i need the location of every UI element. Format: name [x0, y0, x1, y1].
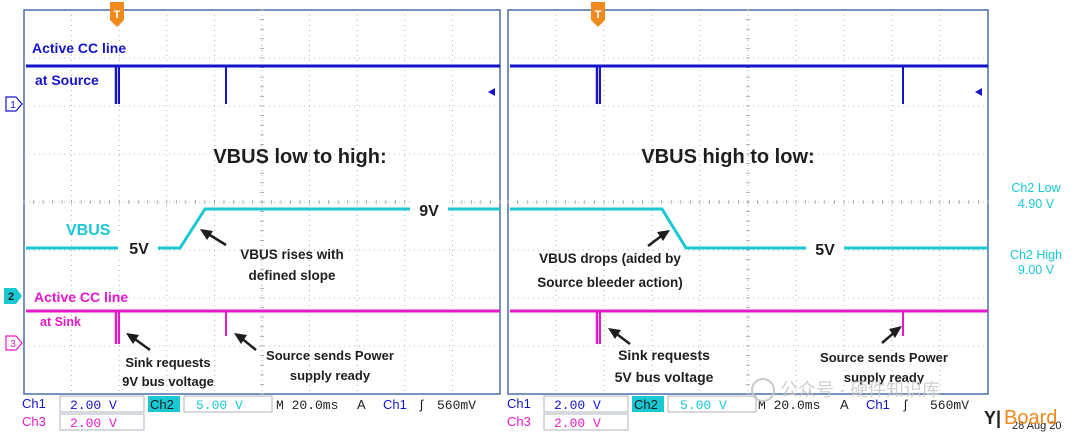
left-ch3-label-line1: Active CC line	[34, 289, 128, 305]
watermark-text: 公众号 · 硬件知识库	[780, 380, 940, 400]
status-left-ch3-scale: 2.00 V	[70, 416, 117, 431]
status-left-ch3: Ch3	[22, 414, 46, 429]
status-left-ch1-scale: 2.00 V	[70, 398, 117, 413]
left-5v-label: 5V	[129, 241, 149, 258]
status-left-ch1: Ch1	[22, 396, 46, 411]
svg-text:3: 3	[10, 339, 16, 350]
left-rise-note-line2: defined slope	[248, 268, 336, 283]
left-ch1-label-line2: at Source	[35, 72, 99, 88]
right-sink-note-line2: 5V bus voltage	[615, 369, 714, 385]
right-panel: VBUS high to low: 5V VBUS drops (aided b…	[507, 2, 989, 395]
status-bar-left: Ch1 2.00 V Ch2 5.00 V M 20.0ms A Ch1 ʃ 5…	[22, 395, 476, 431]
right-sink-note-line1: Sink requests	[618, 347, 710, 363]
right-source-note-line1: Source sends Power	[820, 350, 948, 365]
status-left-ch2: Ch2	[150, 397, 174, 412]
svg-text:T: T	[595, 9, 602, 21]
right-5v-label: 5V	[815, 242, 835, 259]
left-panel-title: VBUS low to high:	[213, 146, 386, 168]
cursor-low-label: Ch2 Low	[1011, 181, 1061, 195]
status-left-ch2-scale: 5.00 V	[196, 398, 243, 413]
left-sink-note-line1: Sink requests	[125, 355, 210, 370]
watermark-logo: Board	[1004, 407, 1057, 429]
svg-text:1: 1	[10, 100, 16, 111]
logo-mark-icon: Y|	[984, 408, 1001, 428]
status-left-trig-mode: A	[357, 397, 366, 412]
status-right-ch3: Ch3	[507, 414, 531, 429]
cursor-low-value: 4.90 V	[1018, 197, 1055, 211]
status-bar-right: Ch1 2.00 V Ch2 5.00 V M 20.0ms A Ch1 ʃ 5…	[507, 395, 1062, 432]
ch2-ground-marker: 2	[4, 288, 22, 304]
cursor-readouts: Ch2 Low 4.90 V Ch2 High 9.00 V	[1010, 181, 1062, 277]
svg-text:T: T	[114, 9, 121, 21]
status-right-trig-level: 560mV	[930, 398, 969, 413]
left-source-note-line2: supply ready	[290, 368, 371, 383]
left-panel: Active CC line at Source VBUS low to hig…	[4, 2, 501, 395]
right-drop-note-line2: Source bleeder action)	[537, 275, 683, 290]
status-left-trig-level: 560mV	[437, 398, 476, 413]
left-ch1-label-line1: Active CC line	[32, 40, 126, 56]
left-rise-note-line1: VBUS rises with	[240, 247, 344, 262]
status-right-ch1-scale: 2.00 V	[554, 398, 601, 413]
right-drop-note-line1: VBUS drops (aided by	[539, 251, 681, 266]
status-left-timebase: M 20.0ms	[276, 398, 338, 413]
cursor-high-label: Ch2 High	[1010, 248, 1062, 262]
status-right-ch2: Ch2	[634, 397, 658, 412]
status-right-ch3-scale: 2.00 V	[554, 416, 601, 431]
left-ch3-label-line2: at Sink	[40, 315, 81, 329]
oscilloscope-screenshot: Active CC line at Source VBUS low to hig…	[0, 0, 1080, 436]
status-left-trig-src: Ch1	[383, 397, 407, 412]
status-right-ch1: Ch1	[507, 396, 531, 411]
trigger-slope-icon: ʃ	[419, 397, 424, 412]
left-source-note-line1: Source sends Power	[266, 348, 394, 363]
left-sink-note-line2: 9V bus voltage	[122, 374, 214, 389]
left-vbus-label: VBUS	[66, 222, 111, 239]
ch3-ground-marker: 3	[5, 335, 23, 351]
cursor-high-value: 9.00 V	[1018, 263, 1055, 277]
ch1-ground-marker: 1	[5, 96, 23, 112]
svg-text:2: 2	[8, 291, 14, 303]
status-right-ch2-scale: 5.00 V	[680, 398, 727, 413]
right-panel-title: VBUS high to low:	[641, 146, 814, 168]
left-9v-label: 9V	[419, 203, 439, 220]
